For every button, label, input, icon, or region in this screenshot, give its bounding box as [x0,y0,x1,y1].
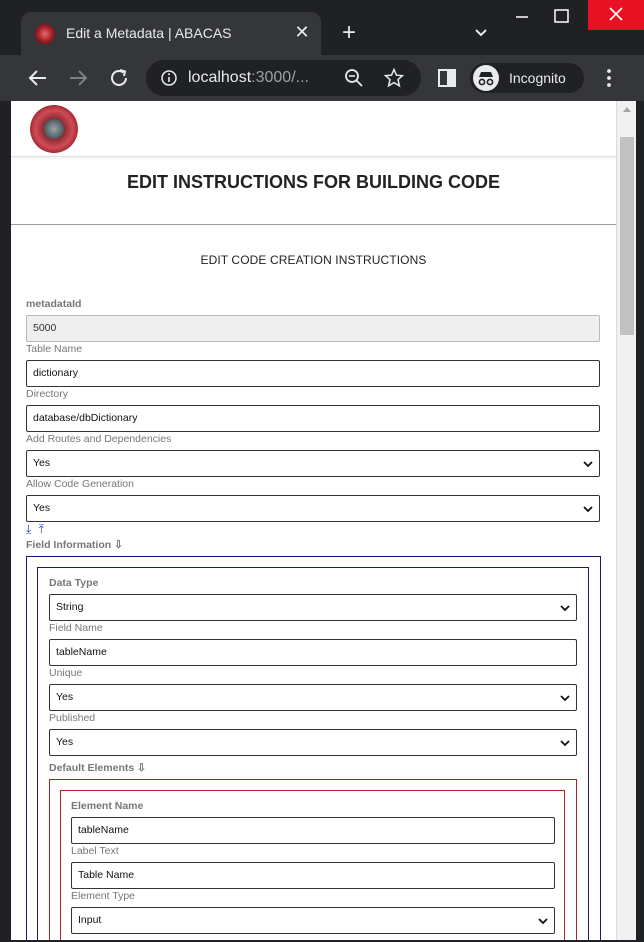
chevron-down-icon [538,918,548,925]
codegen-select[interactable]: Yes [26,495,600,522]
routes-label: Add Routes and Dependencies [26,433,172,445]
element-type-label: Element Type [71,890,136,902]
scroll-up-arrow-icon[interactable] [623,107,631,112]
published-label: Published [49,712,96,724]
app-logo[interactable] [30,105,78,153]
section-title: EDIT CODE CREATION INSTRUCTIONS [200,253,427,267]
incognito-label: Incognito [509,70,566,86]
browser-toolbar: localhost:3000/... Incognito [0,55,644,101]
back-arrow-icon[interactable] [25,65,51,91]
zoom-out-icon[interactable] [344,68,364,88]
chevron-down-icon [560,605,570,612]
table-name-label: Table Name [26,343,83,355]
browser-tab[interactable]: Edit a Metadata | ABACAS ✕ [21,12,321,56]
window-maximize-icon[interactable] [551,8,573,26]
chevron-down-icon [560,740,570,747]
title-divider [11,224,616,225]
published-select-value: Yes [56,736,74,748]
window-minimize-icon[interactable] [510,8,534,26]
codegen-label: Allow Code Generation [26,478,134,490]
published-select[interactable]: Yes [49,729,577,756]
routes-select-value: Yes [33,457,51,469]
side-panel-icon[interactable] [434,65,460,91]
address-bar[interactable]: localhost:3000/... [146,60,421,96]
browser-menu-icon[interactable] [596,65,622,91]
table-name-input[interactable]: dictionary [26,360,600,387]
site-info-icon[interactable] [160,69,178,87]
element-type-select-value: Input [78,914,102,926]
header-divider [11,156,616,157]
reload-icon[interactable] [106,65,132,91]
directory-input[interactable]: database/dbDictionary [26,405,600,432]
page-scrollbar[interactable] [616,101,636,940]
url-text[interactable]: localhost:3000/... [188,69,309,87]
label-text-label: Label Text [71,845,119,857]
url-path: :3000/... [251,69,309,86]
window-right-edge [636,101,644,942]
data-type-select[interactable]: String [49,594,577,621]
forward-arrow-icon[interactable] [65,65,91,91]
element-name-label: Element Name [71,800,144,812]
bookmark-star-icon[interactable] [384,68,404,88]
chevron-down-icon [583,461,593,468]
reorder-arrows-icon[interactable]: ⤓ ⤒ [26,522,46,537]
metadataid-label: metadataId [26,298,82,310]
window-close-icon [609,7,623,21]
element-name-input[interactable]: tableName [71,817,555,844]
metadataid-field: 5000 [26,315,600,342]
favicon-icon [35,24,55,44]
page-title: EDIT INSTRUCTIONS FOR BUILDING CODE [127,172,500,192]
codegen-select-value: Yes [33,502,51,514]
incognito-icon [473,65,499,91]
tab-strip: Edit a Metadata | ABACAS ✕ + [0,0,644,56]
routes-select[interactable]: Yes [26,450,600,477]
chevron-down-icon [583,506,593,513]
unique-select-value: Yes [56,691,74,703]
new-tab-icon[interactable]: + [336,20,362,46]
chevron-down-icon [560,695,570,702]
tab-close-icon[interactable]: ✕ [291,21,313,43]
tab-search-chevron-icon[interactable] [470,22,492,44]
page-viewport: EDIT INSTRUCTIONS FOR BUILDING CODE EDIT… [11,101,616,940]
element-type-select[interactable]: Input [71,907,555,934]
default-elements-toggle[interactable]: Default Elements ⇩ [49,762,146,774]
field-information-toggle[interactable]: Field Information ⇩ [26,539,123,551]
data-type-select-value: String [56,601,84,613]
logo-core [44,119,64,139]
scrollbar-thumb[interactable] [620,137,634,335]
field-name-input[interactable]: tableName [49,639,577,666]
window-close-button[interactable] [588,0,644,30]
unique-select[interactable]: Yes [49,684,577,711]
browser-chrome: Edit a Metadata | ABACAS ✕ + localhost:3… [0,0,644,101]
url-host: localhost [188,69,252,86]
tab-title: Edit a Metadata | ABACAS [66,25,232,41]
data-type-label: Data Type [49,577,99,589]
label-text-input[interactable]: Table Name [71,862,555,889]
field-name-label: Field Name [49,622,103,634]
directory-label: Directory [26,388,69,400]
unique-label: Unique [49,667,83,679]
incognito-indicator[interactable]: Incognito [470,63,584,93]
